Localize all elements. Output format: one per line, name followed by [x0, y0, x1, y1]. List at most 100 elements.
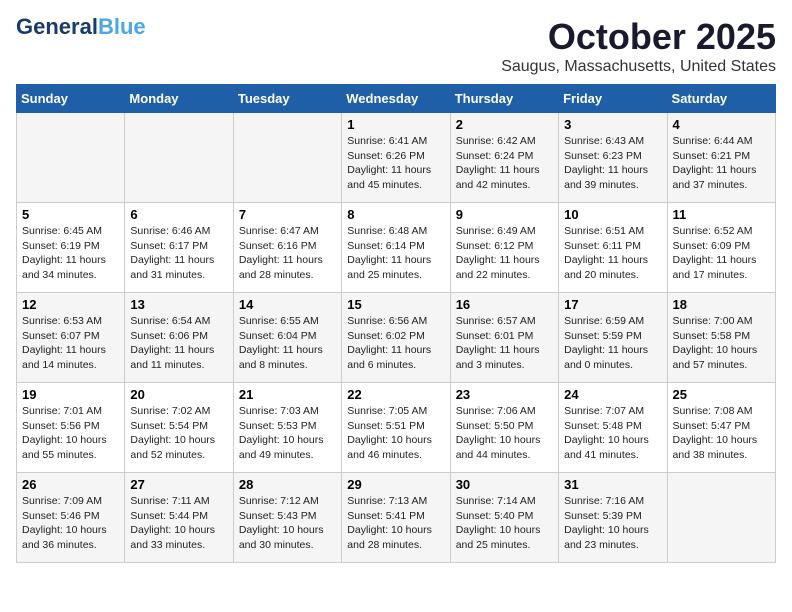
- day-info: Sunrise: 7:06 AM Sunset: 5:50 PM Dayligh…: [456, 404, 553, 463]
- day-number: 16: [456, 297, 553, 312]
- calendar-cell: 1 Sunrise: 6:41 AM Sunset: 6:26 PM Daylig…: [342, 113, 450, 203]
- day-number: 7: [239, 207, 336, 222]
- calendar-header-row: SundayMondayTuesdayWednesdayThursdayFrid…: [17, 85, 776, 113]
- title-area: October 2025 Saugus, Massachusetts, Unit…: [501, 16, 776, 76]
- header-day-tuesday: Tuesday: [233, 85, 341, 113]
- logo: GeneralBlue: [16, 16, 146, 38]
- day-info: Sunrise: 7:02 AM Sunset: 5:54 PM Dayligh…: [130, 404, 227, 463]
- day-info: Sunrise: 6:55 AM Sunset: 6:04 PM Dayligh…: [239, 314, 336, 373]
- day-info: Sunrise: 6:56 AM Sunset: 6:02 PM Dayligh…: [347, 314, 444, 373]
- day-info: Sunrise: 6:45 AM Sunset: 6:19 PM Dayligh…: [22, 224, 119, 283]
- calendar-cell: 12 Sunrise: 6:53 AM Sunset: 6:07 PM Dayli…: [17, 293, 125, 383]
- calendar-cell: 4Sunrise: 6:44 AM Sunset: 6:21 PM Daylig…: [667, 113, 775, 203]
- day-number: 18: [673, 297, 770, 312]
- logo-blue: Blue: [98, 14, 146, 39]
- day-info: Sunrise: 6:59 AM Sunset: 5:59 PM Dayligh…: [564, 314, 661, 373]
- day-info: Sunrise: 7:16 AM Sunset: 5:39 PM Dayligh…: [564, 494, 661, 553]
- day-number: 19: [22, 387, 119, 402]
- day-number: 20: [130, 387, 227, 402]
- calendar-cell: 21Sunrise: 7:03 AM Sunset: 5:53 PM Dayli…: [233, 383, 341, 473]
- day-number: 29: [347, 477, 444, 492]
- calendar-cell: 13Sunrise: 6:54 AM Sunset: 6:06 PM Dayli…: [125, 293, 233, 383]
- day-info: Sunrise: 7:01 AM Sunset: 5:56 PM Dayligh…: [22, 404, 119, 463]
- header-day-wednesday: Wednesday: [342, 85, 450, 113]
- calendar-cell: 15 Sunrise: 6:56 AM Sunset: 6:02 PM Dayli…: [342, 293, 450, 383]
- calendar-week-row: 26 Sunrise: 7:09 AM Sunset: 5:46 PM Dayli…: [17, 473, 776, 563]
- day-number: 11: [673, 207, 770, 222]
- calendar-cell: 3 Sunrise: 6:43 AM Sunset: 6:23 PM Daylig…: [559, 113, 667, 203]
- day-info: Sunrise: 6:48 AM Sunset: 6:14 PM Dayligh…: [347, 224, 444, 283]
- day-number: 3: [564, 117, 661, 132]
- calendar-cell: 18Sunrise: 7:00 AM Sunset: 5:58 PM Dayli…: [667, 293, 775, 383]
- header-day-saturday: Saturday: [667, 85, 775, 113]
- day-info: Sunrise: 7:08 AM Sunset: 5:47 PM Dayligh…: [673, 404, 770, 463]
- day-number: 2: [456, 117, 553, 132]
- header-day-thursday: Thursday: [450, 85, 558, 113]
- day-info: Sunrise: 6:53 AM Sunset: 6:07 PM Dayligh…: [22, 314, 119, 373]
- day-number: 1: [347, 117, 444, 132]
- day-number: 26: [22, 477, 119, 492]
- day-number: 22: [347, 387, 444, 402]
- day-number: 23: [456, 387, 553, 402]
- calendar-cell: 5 Sunrise: 6:45 AM Sunset: 6:19 PM Daylig…: [17, 203, 125, 293]
- day-info: Sunrise: 7:09 AM Sunset: 5:46 PM Dayligh…: [22, 494, 119, 553]
- calendar-cell: 19 Sunrise: 7:01 AM Sunset: 5:56 PM Dayli…: [17, 383, 125, 473]
- header-day-friday: Friday: [559, 85, 667, 113]
- day-number: 21: [239, 387, 336, 402]
- calendar-week-row: 5 Sunrise: 6:45 AM Sunset: 6:19 PM Daylig…: [17, 203, 776, 293]
- calendar-cell: [17, 113, 125, 203]
- day-info: Sunrise: 6:42 AM Sunset: 6:24 PM Dayligh…: [456, 134, 553, 193]
- day-number: 31: [564, 477, 661, 492]
- day-number: 24: [564, 387, 661, 402]
- page-header: GeneralBlue October 2025 Saugus, Massach…: [16, 16, 776, 76]
- calendar-cell: 10 Sunrise: 6:51 AM Sunset: 6:11 PM Dayli…: [559, 203, 667, 293]
- day-info: Sunrise: 6:41 AM Sunset: 6:26 PM Dayligh…: [347, 134, 444, 193]
- calendar-cell: 31 Sunrise: 7:16 AM Sunset: 5:39 PM Dayli…: [559, 473, 667, 563]
- calendar-cell: [233, 113, 341, 203]
- calendar-cell: 25 Sunrise: 7:08 AM Sunset: 5:47 PM Dayli…: [667, 383, 775, 473]
- header-day-sunday: Sunday: [17, 85, 125, 113]
- day-info: Sunrise: 7:07 AM Sunset: 5:48 PM Dayligh…: [564, 404, 661, 463]
- calendar-cell: 26 Sunrise: 7:09 AM Sunset: 5:46 PM Dayli…: [17, 473, 125, 563]
- day-number: 12: [22, 297, 119, 312]
- calendar-week-row: 1 Sunrise: 6:41 AM Sunset: 6:26 PM Daylig…: [17, 113, 776, 203]
- day-number: 10: [564, 207, 661, 222]
- calendar-cell: 9Sunrise: 6:49 AM Sunset: 6:12 PM Daylig…: [450, 203, 558, 293]
- day-number: 27: [130, 477, 227, 492]
- day-info: Sunrise: 6:43 AM Sunset: 6:23 PM Dayligh…: [564, 134, 661, 193]
- month-title: October 2025: [501, 16, 776, 58]
- day-number: 15: [347, 297, 444, 312]
- day-info: Sunrise: 6:52 AM Sunset: 6:09 PM Dayligh…: [673, 224, 770, 283]
- calendar-cell: 20 Sunrise: 7:02 AM Sunset: 5:54 PM Dayli…: [125, 383, 233, 473]
- calendar-week-row: 19 Sunrise: 7:01 AM Sunset: 5:56 PM Dayli…: [17, 383, 776, 473]
- day-number: 17: [564, 297, 661, 312]
- calendar-cell: 29 Sunrise: 7:13 AM Sunset: 5:41 PM Dayli…: [342, 473, 450, 563]
- day-info: Sunrise: 6:46 AM Sunset: 6:17 PM Dayligh…: [130, 224, 227, 283]
- day-info: Sunrise: 6:54 AM Sunset: 6:06 PM Dayligh…: [130, 314, 227, 373]
- calendar-cell: 22 Sunrise: 7:05 AM Sunset: 5:51 PM Dayli…: [342, 383, 450, 473]
- day-info: Sunrise: 6:57 AM Sunset: 6:01 PM Dayligh…: [456, 314, 553, 373]
- day-info: Sunrise: 7:12 AM Sunset: 5:43 PM Dayligh…: [239, 494, 336, 553]
- calendar-cell: [125, 113, 233, 203]
- day-info: Sunrise: 6:49 AM Sunset: 6:12 PM Dayligh…: [456, 224, 553, 283]
- calendar-cell: 11 Sunrise: 6:52 AM Sunset: 6:09 PM Dayli…: [667, 203, 775, 293]
- location-title: Saugus, Massachusetts, United States: [501, 58, 776, 76]
- day-number: 30: [456, 477, 553, 492]
- calendar-cell: 7Sunrise: 6:47 AM Sunset: 6:16 PM Daylig…: [233, 203, 341, 293]
- day-number: 14: [239, 297, 336, 312]
- day-number: 8: [347, 207, 444, 222]
- day-number: 25: [673, 387, 770, 402]
- day-info: Sunrise: 7:14 AM Sunset: 5:40 PM Dayligh…: [456, 494, 553, 553]
- calendar-table: SundayMondayTuesdayWednesdayThursdayFrid…: [16, 84, 776, 563]
- calendar-cell: 8 Sunrise: 6:48 AM Sunset: 6:14 PM Daylig…: [342, 203, 450, 293]
- calendar-cell: 6Sunrise: 6:46 AM Sunset: 6:17 PM Daylig…: [125, 203, 233, 293]
- logo-text: GeneralBlue: [16, 16, 146, 38]
- day-number: 5: [22, 207, 119, 222]
- day-info: Sunrise: 7:05 AM Sunset: 5:51 PM Dayligh…: [347, 404, 444, 463]
- header-day-monday: Monday: [125, 85, 233, 113]
- day-info: Sunrise: 7:13 AM Sunset: 5:41 PM Dayligh…: [347, 494, 444, 553]
- calendar-cell: 23 Sunrise: 7:06 AM Sunset: 5:50 PM Dayli…: [450, 383, 558, 473]
- calendar-cell: 2 Sunrise: 6:42 AM Sunset: 6:24 PM Daylig…: [450, 113, 558, 203]
- day-info: Sunrise: 6:51 AM Sunset: 6:11 PM Dayligh…: [564, 224, 661, 283]
- day-number: 4: [673, 117, 770, 132]
